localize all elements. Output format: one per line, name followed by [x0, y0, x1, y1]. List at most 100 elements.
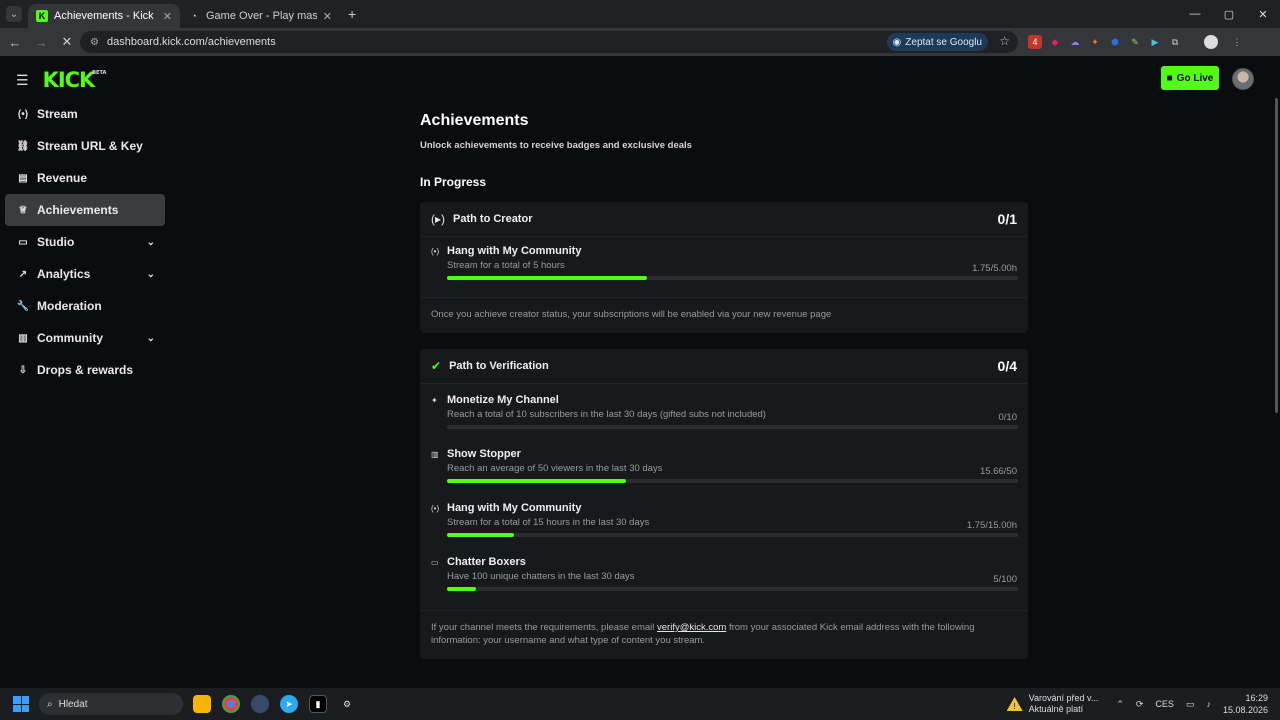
terminal-icon[interactable]: ▮: [309, 695, 327, 713]
task-description: Reach a total of 10 subscribers in the l…: [447, 409, 766, 420]
card-header: (▸) Path to Creator 0/1: [420, 202, 1028, 237]
achievement-task: ▥ Show Stopper Reach an average of 50 view…: [420, 440, 1028, 494]
achievement-task: ▭ Chatter Boxers Have 100 unique chatters …: [420, 548, 1028, 602]
hamburger-menu-icon[interactable]: ☰: [16, 72, 29, 89]
kick-logo[interactable]: KICK BETA: [42, 68, 107, 92]
extensions-area: 4 ◆ ☁ ✦ ⬢ ✎ ▶ ⧉ ⋮: [1028, 28, 1244, 56]
google-lens-icon: ◉: [892, 36, 902, 48]
clock-date: 15.08.2026: [1222, 705, 1268, 715]
page-title: Achievements: [420, 112, 529, 129]
system-tray: ! Varování před v... Aktuálně platí ⌃ ⟳ C…: [1006, 688, 1280, 720]
windows-start-icon[interactable]: [13, 696, 29, 712]
file-explorer-icon[interactable]: [193, 695, 211, 713]
achievement-task: (•) Hang with My Community Stream for a to…: [420, 494, 1028, 548]
ask-google-button[interactable]: ◉ Zeptat se Googlu: [886, 33, 988, 51]
language-indicator[interactable]: CES: [1155, 699, 1174, 709]
profile-avatar[interactable]: [1204, 35, 1218, 49]
sidebar-item-label: Community: [37, 331, 103, 345]
logo-text: KICK: [42, 68, 96, 92]
close-icon[interactable]: ✕: [323, 10, 332, 23]
extension-icon[interactable]: ✎: [1128, 35, 1142, 49]
bookmark-star-icon[interactable]: ☆: [999, 34, 1010, 48]
sidebar-item-analytics[interactable]: ↗ Analytics ⌄: [5, 258, 165, 290]
tab-achievements[interactable]: K Achievements - Kick Dashboard ✕: [28, 4, 180, 28]
footer-text: If your channel meets the requirements, …: [431, 622, 658, 633]
sidebar-item-label: Revenue: [37, 171, 88, 185]
extension-icon[interactable]: ✦: [1088, 35, 1102, 49]
chevron-up-icon[interactable]: ⌃: [1116, 699, 1124, 710]
taskbar-search[interactable]: ⌕ Hledat: [39, 693, 183, 715]
beta-badge: BETA: [92, 70, 107, 76]
task-name: Hang with My Community: [447, 245, 582, 257]
url-text: dashboard.kick.com/achievements: [106, 36, 276, 48]
warning-text: Varování před v... Aktuálně platí: [1029, 693, 1099, 715]
studio-icon: ▭: [18, 236, 28, 248]
sync-icon[interactable]: ⟳: [1136, 699, 1144, 710]
card-title: Path to Creator: [453, 213, 533, 225]
clock[interactable]: 16:29 15.08.2026: [1223, 692, 1268, 716]
extension-icon[interactable]: ⬢: [1108, 35, 1122, 49]
community-icon: ▥: [18, 332, 28, 344]
extension-icon[interactable]: ▶: [1148, 35, 1162, 49]
sidebar-item-stream[interactable]: (•) Stream: [5, 98, 165, 130]
volume-icon[interactable]: ♪: [1206, 699, 1211, 709]
url-bar[interactable]: ⚙ dashboard.kick.com/achievements ◉ Zepta…: [80, 31, 1018, 53]
tab-search-button[interactable]: ⌄: [6, 6, 22, 22]
back-button[interactable]: ←: [4, 31, 26, 53]
obs-icon[interactable]: [251, 695, 269, 713]
go-live-button[interactable]: ■ Go Live: [1161, 66, 1219, 90]
sidebar-item-achievements[interactable]: ♕ Achievements: [5, 194, 165, 226]
sidebar-item-community[interactable]: ▥ Community ⌄: [5, 322, 165, 354]
user-avatar[interactable]: [1232, 68, 1254, 90]
minimize-button[interactable]: —: [1178, 0, 1212, 28]
sidebar-item-revenue[interactable]: ▤ Revenue: [5, 162, 165, 194]
page-scrollbar[interactable]: [1275, 98, 1278, 413]
app-icon[interactable]: ⚙: [338, 695, 356, 713]
card-count: 0/1: [997, 211, 1017, 227]
extension-icon[interactable]: 4: [1028, 35, 1042, 49]
sidebar-item-studio[interactable]: ▭ Studio ⌄: [5, 226, 165, 258]
progress-bar: [447, 276, 1018, 280]
loading-favicon-icon: ◔: [191, 11, 197, 21]
site-info-icon[interactable]: ⚙: [90, 37, 99, 48]
extension-icon[interactable]: ☁: [1068, 35, 1082, 49]
forward-button[interactable]: →: [30, 31, 52, 53]
weather-warning[interactable]: ! Varování před v... Aktuálně platí: [1006, 693, 1099, 715]
warning-line2: Aktuálně platí: [1028, 704, 1084, 714]
page-subtitle: Unlock achievements to receive badges an…: [420, 140, 692, 151]
chevron-down-icon[interactable]: ⌄: [147, 237, 155, 248]
chevron-down-icon[interactable]: ⌄: [147, 269, 155, 280]
puzzle-icon[interactable]: ⧉: [1168, 35, 1182, 49]
path-to-verification-card: ✔ Path to Verification 0/4 ✦ Monetize My …: [420, 349, 1028, 659]
extension-icon[interactable]: ◆: [1048, 35, 1062, 49]
search-icon: ⌕: [47, 698, 53, 710]
kebab-menu-icon[interactable]: ⋮: [1230, 35, 1244, 49]
sidebar-nav: (•) Stream ⛓ Stream URL & Key ▤ Revenue ♕ Achie…: [5, 98, 165, 386]
progress-bar: [447, 587, 1018, 591]
sidebar-item-label: Moderation: [37, 299, 102, 313]
telegram-icon[interactable]: ➤: [280, 695, 298, 713]
close-icon[interactable]: ✕: [163, 10, 172, 23]
sidebar-item-stream-url-key[interactable]: ⛓ Stream URL & Key: [5, 130, 165, 162]
chrome-icon[interactable]: [222, 695, 240, 713]
sidebar-item-label: Drops & rewards: [37, 363, 134, 377]
task-header: (•) Hang with My Community: [431, 494, 1017, 514]
achievement-task: ✦ Monetize My Channel Reach a total of 10 …: [420, 386, 1028, 440]
taskbar-apps: ➤ ▮ ⚙: [193, 695, 356, 713]
verify-email-link[interactable]: verify@kick.com: [657, 622, 726, 633]
maximize-button[interactable]: ▢: [1212, 0, 1246, 28]
new-tab-button[interactable]: +: [348, 6, 356, 22]
progress-fill: [447, 587, 476, 591]
chevron-down-icon[interactable]: ⌄: [147, 333, 155, 344]
network-icon[interactable]: ▭: [1186, 699, 1195, 710]
kick-k-icon: ■: [1166, 72, 1173, 84]
tab-title: Game Over - Play master_chess: [206, 10, 317, 22]
sidebar-item-label: Stream URL & Key: [37, 139, 143, 153]
close-window-button[interactable]: ✕: [1246, 0, 1280, 28]
sidebar-item-drops-rewards[interactable]: ⇩ Drops & rewards: [5, 354, 165, 386]
stop-loading-button[interactable]: ✕: [56, 31, 78, 53]
task-progress-value: 1.75/15.00h: [966, 520, 1017, 531]
sidebar-item-moderation[interactable]: 🔧 Moderation: [5, 290, 165, 322]
tab-chess[interactable]: ◔ Game Over - Play master_chess ✕: [180, 4, 340, 28]
sidebar-item-label: Studio: [37, 235, 75, 249]
